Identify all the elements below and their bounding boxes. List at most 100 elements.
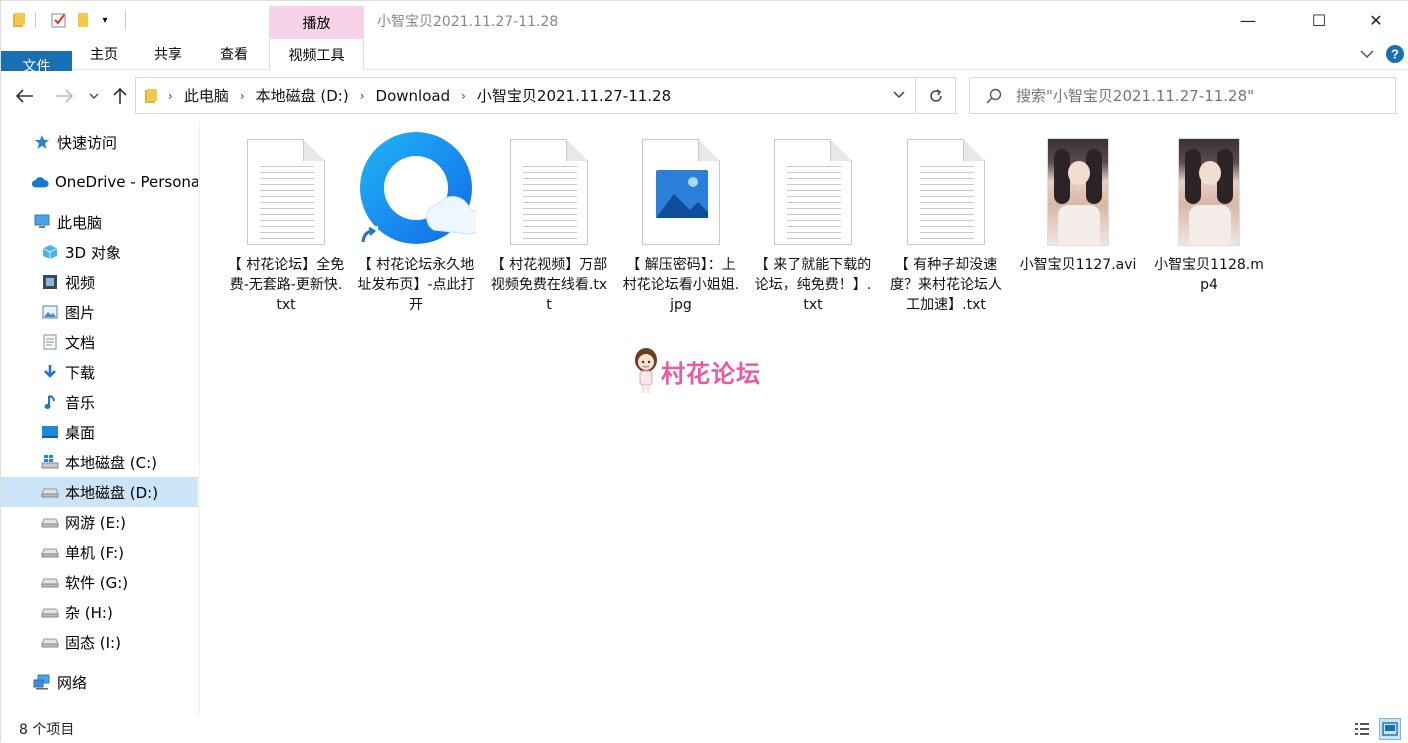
file-item[interactable]: 【 来了就能下载的论坛，纯免费！】.txt (753, 133, 873, 315)
breadcrumb-current-folder[interactable]: 小智宝贝2021.11.27-11.28 (477, 85, 671, 106)
text-file-icon (907, 139, 985, 245)
breadcrumb-download[interactable]: Download (376, 87, 451, 105)
drive-icon (41, 543, 59, 561)
text-file-icon (247, 139, 325, 245)
breadcrumb-separator[interactable]: › (168, 89, 173, 103)
breadcrumb-separator[interactable]: › (360, 89, 365, 103)
file-item[interactable]: 小智宝贝1128.mp4 (1149, 133, 1269, 295)
sidebar-item[interactable]: 本地磁盘 (C:) (1, 447, 198, 477)
cube-icon (41, 243, 59, 261)
tab-video-tools[interactable]: 视频工具 (269, 39, 364, 70)
sidebar-item[interactable]: 文档 (1, 327, 198, 357)
drive-icon (41, 633, 59, 651)
recent-locations-icon[interactable] (83, 83, 105, 109)
sidebar-item[interactable]: 快速访问 (1, 127, 198, 157)
help-icon[interactable]: ? (1384, 43, 1406, 65)
file-thumbnail (891, 133, 1001, 251)
breadcrumb-drive-d[interactable]: 本地磁盘 (D:) (256, 85, 349, 106)
file-name: 【 解压密码】：上村花论坛看小姐姐.jpg (622, 257, 740, 313)
address-history-dropdown-icon[interactable] (893, 91, 905, 99)
sidebar-item[interactable]: 网游 (E:) (1, 507, 198, 537)
file-thumbnail (231, 133, 341, 251)
file-name: 【 村花论坛】全免费-无套路-更新快.txt (227, 257, 345, 313)
sidebar-item[interactable]: 图片 (1, 297, 198, 327)
file-item[interactable]: 【 解压密码】：上村花论坛看小姐姐.jpg (621, 133, 741, 315)
sidebar-item[interactable]: 此电脑 (1, 207, 198, 237)
ribbon-tabs: 文件 主页 共享 查看 视频工具 ? (1, 39, 1408, 81)
search-icon (986, 88, 1002, 104)
search-box[interactable] (969, 77, 1396, 114)
folder-icon[interactable] (9, 10, 29, 30)
file-item[interactable]: 【 有种子却没速度？来村花论坛人工加速】.txt (886, 133, 1006, 315)
address-bar[interactable]: › 此电脑 › 本地磁盘 (D:) › Download › 小智宝贝2021.… (135, 77, 916, 114)
star-icon (33, 133, 51, 151)
sidebar-item[interactable]: 单机 (F:) (1, 537, 198, 567)
drive-icon (41, 483, 59, 501)
sidebar-item[interactable]: 软件 (G:) (1, 567, 198, 597)
sidebar-item-label: 视频 (65, 273, 96, 292)
sidebar-item[interactable]: 3D 对象 (1, 237, 198, 267)
music-icon (41, 393, 59, 411)
context-tab-play: 播放 (269, 6, 364, 39)
sidebar-item-label: 文档 (65, 333, 96, 352)
cartoon-girl-icon (635, 348, 657, 393)
maximize-button[interactable]: ☐ (1294, 1, 1344, 39)
tab-view-label: 查看 (220, 47, 248, 63)
text-file-icon (510, 139, 588, 245)
file-name: 小智宝贝1127.avi (1019, 257, 1137, 273)
tab-share[interactable]: 共享 (145, 39, 191, 69)
sidebar-item[interactable]: 网络 (1, 667, 198, 697)
video-thumbnail (1178, 138, 1240, 246)
watermark: 村花论坛 (631, 347, 761, 395)
tab-home[interactable]: 主页 (81, 39, 127, 69)
file-thumbnail (1023, 133, 1133, 251)
expand-ribbon-icon[interactable] (1357, 43, 1377, 65)
sidebar-item-label: OneDrive - Persona (55, 173, 198, 191)
file-name: 【 来了就能下载的论坛，纯免费！】.txt (754, 257, 872, 313)
up-button[interactable] (107, 83, 133, 109)
details-view-button[interactable] (1351, 718, 1373, 740)
drive-icon (41, 513, 59, 531)
file-name: 小智宝贝1128.mp4 (1154, 257, 1264, 293)
search-input[interactable] (1016, 86, 1376, 105)
tab-view[interactable]: 查看 (211, 39, 257, 69)
close-button[interactable]: ✕ (1351, 1, 1401, 39)
large-icons-view-button[interactable] (1379, 718, 1401, 740)
properties-icon[interactable] (49, 10, 69, 30)
navigation-pane: 快速访问 OneDrive - Persona 此电脑 3D 对象视频图片文档下载 音乐… (1, 125, 198, 715)
file-item[interactable]: 小智宝贝1127.avi (1018, 133, 1138, 275)
sidebar-item-label: 桌面 (65, 423, 96, 442)
sidebar-item[interactable]: OneDrive - Persona (1, 167, 198, 197)
sidebar-item[interactable]: 视频 (1, 267, 198, 297)
sidebar-item[interactable]: 下载 (1, 357, 198, 387)
sidebar-item[interactable]: 杂 (H:) (1, 597, 198, 627)
forward-button[interactable] (51, 83, 77, 109)
breadcrumb-separator[interactable]: › (461, 89, 466, 103)
sidebar-item[interactable]: 固态 (I:) (1, 627, 198, 657)
pane-divider[interactable] (199, 121, 200, 715)
cloud-icon (31, 173, 49, 191)
breadcrumb-separator[interactable]: › (240, 89, 245, 103)
sidebar-item[interactable]: 桌面 (1, 417, 198, 447)
refresh-button[interactable] (916, 77, 956, 114)
sidebar-item-label: 3D 对象 (65, 243, 121, 262)
maximize-glyph: ☐ (1311, 10, 1327, 30)
context-tab-label: 播放 (302, 15, 331, 32)
file-item[interactable]: 【 村花论坛永久地址发布页】-点此打开 (356, 132, 482, 315)
sidebar-item-label: 网游 (E:) (65, 513, 127, 532)
new-folder-icon[interactable] (73, 10, 93, 30)
sidebar-item-label: 快速访问 (57, 133, 118, 152)
large-icons-view-icon (1382, 722, 1398, 736)
file-item[interactable]: 【 村花论坛】全免费-无套路-更新快.txt (226, 133, 346, 315)
customize-quick-access-icon[interactable]: ▾ (95, 10, 115, 30)
network-icon (33, 673, 51, 691)
back-button[interactable] (12, 83, 38, 109)
breadcrumb-this-pc[interactable]: 此电脑 (184, 85, 229, 106)
minimize-button[interactable]: — (1223, 1, 1273, 39)
sidebar-item[interactable]: 音乐 (1, 387, 198, 417)
sidebar-item-label: 此电脑 (57, 213, 103, 232)
sidebar-item[interactable]: 本地磁盘 (D:) (1, 477, 198, 507)
file-item[interactable]: 【 村花视频】万部视频免费在线看.txt (489, 133, 609, 315)
sidebar-item-label: 本地磁盘 (D:) (65, 483, 159, 502)
sidebar-item-label: 单机 (F:) (65, 543, 124, 562)
